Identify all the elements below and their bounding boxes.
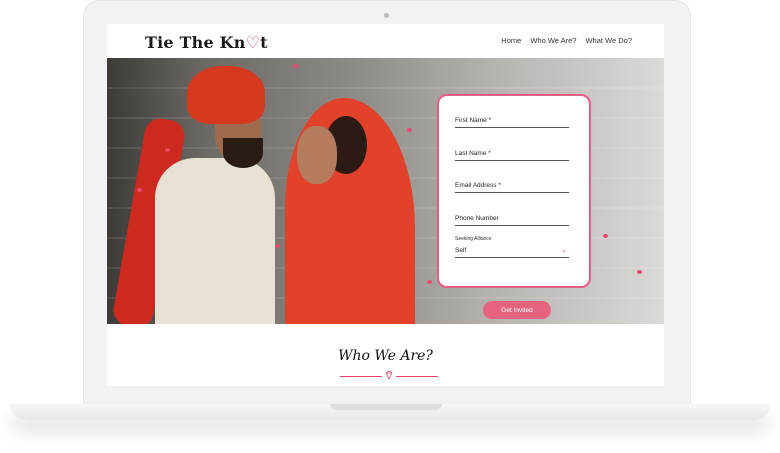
seeking-alliance-value: Self [455, 247, 467, 254]
laptop-notch [330, 404, 442, 410]
divider-line [340, 376, 382, 377]
website-screen: Tie The Kn♡t Home Who We Are? What We Do… [107, 24, 664, 386]
groom-turban [187, 66, 265, 124]
site-logo[interactable]: Tie The Kn♡t [145, 33, 268, 52]
diamond-icon [385, 370, 393, 380]
heart-icon: ♡ [245, 33, 261, 52]
signup-form: First Name * Last Name * Email Address *… [437, 94, 591, 288]
petal [407, 128, 412, 132]
last-name-placeholder: Last Name * [455, 150, 491, 157]
petal [293, 64, 298, 68]
logo-text-suffix: t [260, 33, 268, 52]
petal [603, 234, 608, 238]
phone-placeholder: Phone Number [455, 215, 499, 222]
groom-beard [223, 138, 263, 168]
main-navigation: Home Who We Are? What We Do? [501, 36, 632, 45]
divider-line [396, 376, 438, 377]
seeking-alliance-select[interactable]: Self ⌄ [455, 247, 569, 258]
phone-field[interactable]: Phone Number [455, 215, 569, 226]
last-name-field[interactable]: Last Name * [455, 150, 569, 161]
nav-link-home[interactable]: Home [501, 36, 521, 45]
petal [165, 148, 170, 152]
groom-sherwani [155, 158, 275, 324]
petal [275, 244, 280, 248]
petal [637, 270, 642, 274]
seeking-alliance-label: Seeking Alliance [455, 236, 492, 242]
petal [137, 188, 142, 192]
hero-image: First Name * Last Name * Email Address *… [107, 58, 664, 324]
bride-face [297, 126, 337, 184]
site-header: Tie The Kn♡t Home Who We Are? What We Do… [107, 24, 664, 58]
get-invited-button[interactable]: Get Invited [483, 301, 551, 319]
first-name-placeholder: First Name * [455, 117, 492, 124]
email-field[interactable]: Email Address * [455, 182, 569, 193]
nav-link-what-we-do[interactable]: What We Do? [585, 36, 632, 45]
first-name-field[interactable]: First Name * [455, 117, 569, 128]
nav-link-who-we-are[interactable]: Who We Are? [530, 36, 576, 45]
email-placeholder: Email Address * [455, 182, 501, 189]
section-title: Who We Are? [338, 348, 433, 364]
logo-text-prefix: Tie The Kn [145, 33, 246, 52]
petal [427, 280, 432, 284]
chevron-down-icon: ⌄ [561, 247, 567, 254]
camera-dot [384, 13, 389, 18]
